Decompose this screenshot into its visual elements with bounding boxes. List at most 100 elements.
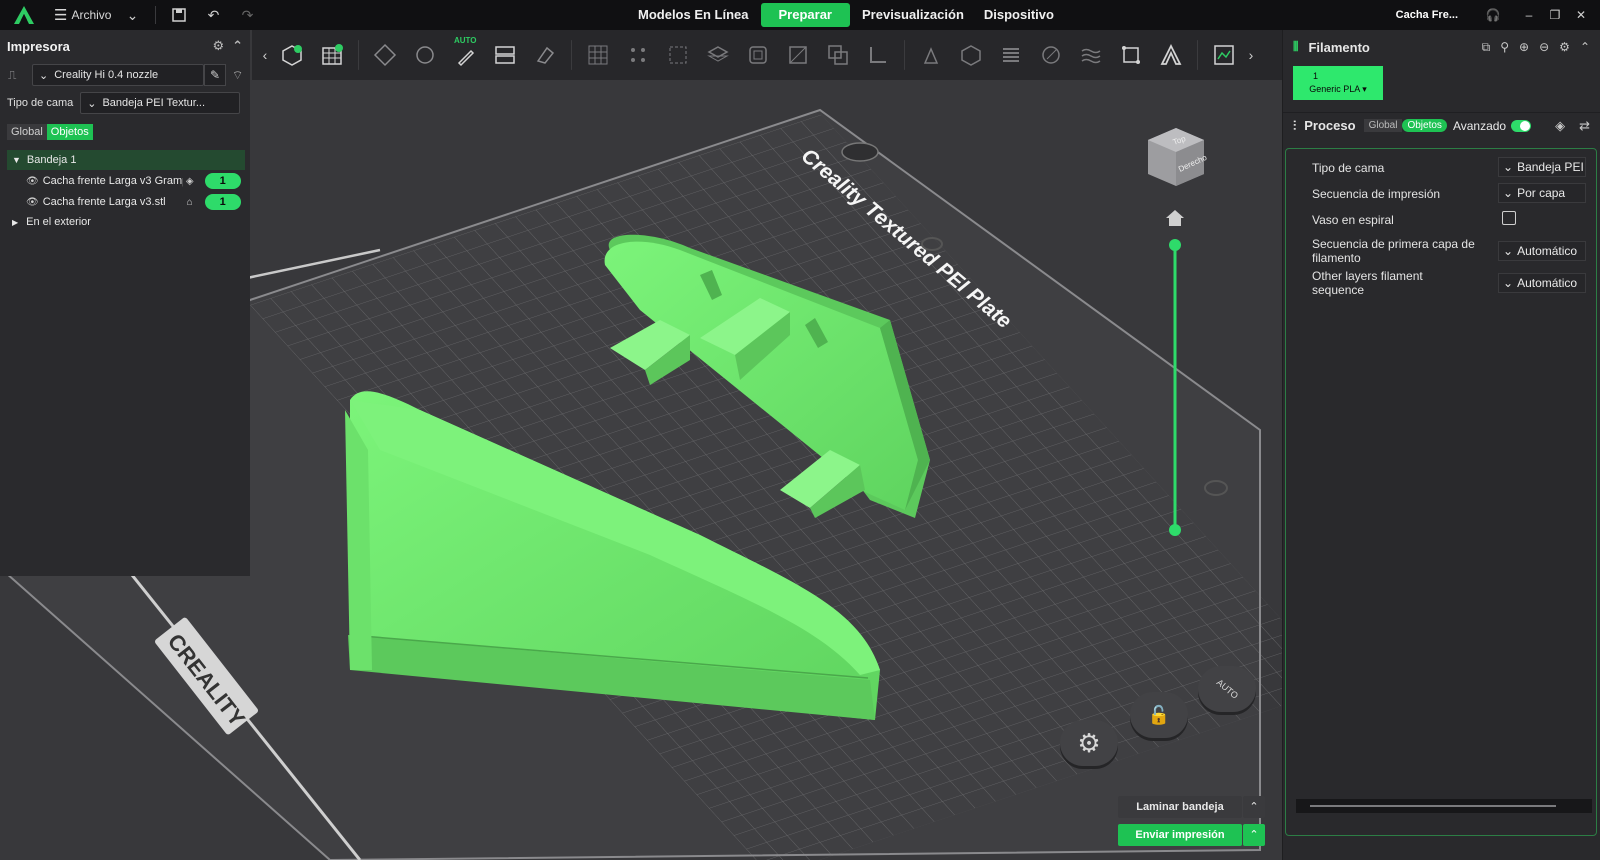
arrange-icon[interactable] — [408, 38, 442, 72]
tab-prepare[interactable]: Preparar — [760, 3, 850, 27]
object-name: Cacha frente Larga v3.stl — [42, 196, 166, 208]
send-print-button[interactable]: Enviar impresión — [1118, 824, 1242, 846]
tree-object[interactable]: 👁 Cacha frente Larga v3 Gramp ◈ 1 — [0, 171, 250, 191]
redo-icon[interactable]: ↷ — [234, 3, 260, 27]
restore-icon[interactable]: ❐ — [1542, 8, 1568, 22]
close-icon[interactable]: ✕ — [1568, 8, 1594, 22]
remove-filament-icon[interactable]: ⊖ — [1539, 40, 1549, 55]
chevron-down-icon: ⌄ — [1503, 276, 1514, 290]
slice-plate-button[interactable]: Laminar bandeja — [1118, 796, 1242, 818]
tree-object[interactable]: 👁 Cacha frente Larga v3.stl ⌂ 1 — [0, 192, 250, 212]
chevron-down-icon: ⌄ — [87, 97, 97, 110]
collapse-icon[interactable]: ⌃ — [232, 38, 243, 54]
view-cube[interactable]: Top Derecho — [1148, 128, 1209, 186]
slice-options-button[interactable]: ⌃ — [1243, 796, 1265, 818]
scope-global[interactable]: Global — [7, 124, 47, 140]
grid-icon[interactable] — [581, 38, 615, 72]
layer-slider-bottom-handle[interactable] — [1169, 524, 1181, 536]
edit-icon[interactable]: ✎ — [204, 64, 226, 86]
chevron-left-icon[interactable]: ‹ — [258, 47, 272, 63]
horizontal-scrollbar[interactable] — [1296, 799, 1592, 813]
split-view-icon[interactable] — [1207, 38, 1241, 72]
text-icon[interactable] — [1154, 38, 1188, 72]
assembly-icon[interactable] — [1114, 38, 1148, 72]
undo-icon[interactable]: ↶ — [200, 3, 226, 27]
nozzle-icon[interactable]: ⚲ — [1500, 40, 1509, 55]
scope-objects[interactable]: Objetos — [46, 124, 93, 140]
measure-icon[interactable] — [861, 38, 895, 72]
bed-type-select[interactable]: ⌄ Bandeja PEI Textur... — [80, 92, 241, 114]
minimize-icon[interactable]: – — [1516, 8, 1542, 22]
fuzzy-skin-icon[interactable] — [1074, 38, 1108, 72]
printer-name: Creality Hi 0.4 nozzle — [54, 69, 159, 81]
spiral-vase-checkbox[interactable] — [1502, 211, 1516, 225]
advanced-toggle[interactable]: Avanzado — [1453, 119, 1532, 133]
boolean-icon[interactable] — [821, 38, 855, 72]
save-icon[interactable] — [166, 3, 192, 27]
collapse-icon[interactable]: ⌃ — [1580, 40, 1590, 55]
gear-icon[interactable]: ⚙ — [1559, 40, 1570, 55]
compare-icon[interactable]: ⇄ — [1579, 118, 1590, 134]
paint-icon[interactable]: ⌂ — [183, 197, 197, 208]
color-paint-icon[interactable] — [1034, 38, 1068, 72]
add-plate-icon[interactable] — [315, 38, 349, 72]
gear-icon[interactable]: ⚙ — [212, 38, 224, 54]
menu-button[interactable]: ☰ Archivo — [54, 6, 111, 24]
chevron-down-icon[interactable]: ⌄ — [119, 3, 145, 27]
auto-orient-button[interactable]: AUTO — [1198, 666, 1256, 712]
other-layers-sequence-select[interactable]: ⌄ Automático — [1498, 273, 1586, 293]
chevron-up-icon: ⌃ — [1249, 829, 1259, 841]
process-title: Proceso — [1304, 118, 1356, 133]
bed-type-param-select[interactable]: ⌄ Bandeja PEI — [1498, 157, 1586, 177]
wifi-icon[interactable]: ⌔ — [232, 68, 243, 83]
settings-round-button[interactable]: ⚙ — [1060, 720, 1118, 766]
tab-preview[interactable]: Previsualización — [854, 3, 972, 27]
lock-round-button[interactable]: 🔓 — [1130, 692, 1188, 738]
support-icon[interactable]: ◈ — [183, 176, 197, 187]
tab-online-models[interactable]: Modelos En Línea — [630, 3, 757, 27]
headset-icon[interactable]: 🎧 — [1480, 8, 1506, 22]
layer-slider-top-handle[interactable] — [1169, 239, 1181, 251]
window-controls: Cacha Fre... 🎧 – ❐ ✕ — [1396, 0, 1600, 30]
printer-row: ⎍ ⌄ Creality Hi 0.4 nozzle ✎ ⌔ — [0, 62, 250, 88]
orient-icon[interactable] — [368, 38, 402, 72]
print-options-button[interactable]: ⌃ — [1243, 824, 1265, 846]
tree-outside[interactable]: ▶ En el exterior — [0, 212, 250, 232]
first-layer-sequence-select[interactable]: ⌄ Automático — [1498, 241, 1586, 261]
tab-device[interactable]: Dispositivo — [976, 3, 1062, 27]
caret-down-icon: ▾ — [1362, 84, 1367, 94]
layers-icon[interactable] — [994, 38, 1028, 72]
eye-icon[interactable]: 👁 — [26, 197, 39, 208]
process-scope-global[interactable]: Global — [1363, 119, 1403, 132]
object-count[interactable]: 1 — [204, 194, 241, 210]
triangle-right-icon[interactable]: ▶ — [12, 218, 18, 227]
preset-icon[interactable]: ◈ — [1555, 118, 1565, 134]
advanced-switch[interactable] — [1511, 119, 1532, 132]
auto-orient-icon[interactable]: AUTO — [448, 36, 482, 72]
printer-icon: ⎍ — [8, 67, 17, 82]
eye-icon[interactable]: 👁 — [26, 176, 39, 187]
process-scope-objects[interactable]: Objetos — [1402, 119, 1447, 132]
object-count[interactable]: 1 — [204, 173, 241, 189]
printer-select[interactable]: ⌄ Creality Hi 0.4 nozzle — [32, 64, 204, 86]
cut-icon[interactable] — [781, 38, 815, 72]
filament-sync-icon[interactable]: ⧉ — [1482, 40, 1491, 55]
scale-icon[interactable] — [661, 38, 695, 72]
add-object-icon[interactable] — [275, 38, 309, 72]
points-icon[interactable] — [621, 38, 655, 72]
seam-icon[interactable] — [954, 38, 988, 72]
flatten-icon[interactable] — [701, 38, 735, 72]
triangle-down-icon[interactable]: ▼ — [12, 155, 21, 165]
support-paint-icon[interactable] — [914, 38, 948, 72]
print-sequence-select[interactable]: ⌄ Por capa — [1498, 183, 1586, 203]
layout-icon[interactable] — [488, 38, 522, 72]
tree-plate[interactable]: ▼ Bandeja 1 — [7, 150, 245, 170]
plate-marker — [841, 142, 879, 162]
divider — [358, 40, 359, 70]
chevron-right-icon[interactable]: › — [1244, 47, 1258, 63]
hollow-icon[interactable] — [741, 38, 775, 72]
home-icon[interactable] — [1166, 210, 1184, 226]
eraser-icon[interactable] — [528, 38, 562, 72]
add-filament-icon[interactable]: ⊕ — [1519, 40, 1529, 55]
filament-chip[interactable]: 1 Generic PLA ▾ — [1293, 66, 1383, 100]
